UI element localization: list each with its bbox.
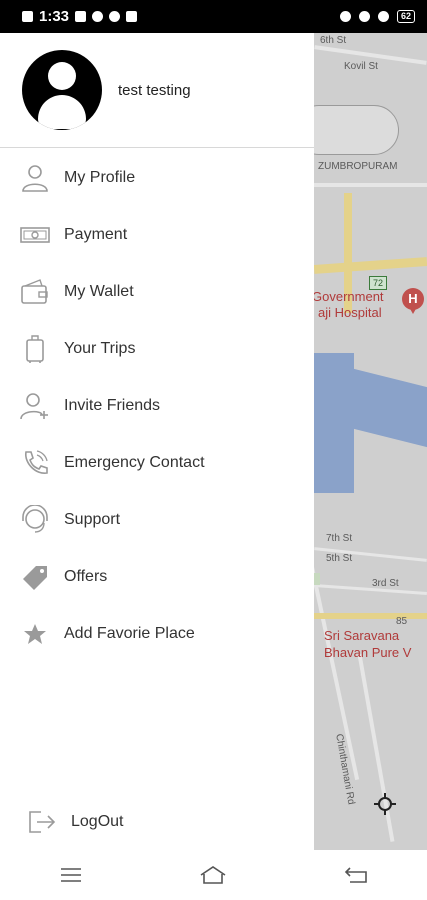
cash-icon — [20, 220, 50, 250]
menu-item-payment[interactable]: Payment — [0, 206, 314, 263]
map-poi-hospital-line2: aji Hospital — [318, 305, 382, 320]
map-label-7th-st: 7th St — [326, 533, 353, 544]
menu-item-my-wallet[interactable]: My Wallet — [0, 263, 314, 320]
status-bar: 1:33 62 — [0, 0, 427, 33]
usb-icon — [92, 11, 104, 22]
map-poi-hospital-line1: Government — [314, 289, 384, 304]
notification-icon — [75, 11, 87, 22]
map-label-area: ZUMBROPURAM — [318, 161, 398, 172]
menu-label: My Profile — [64, 168, 136, 186]
map-label-number: 85 — [396, 616, 408, 627]
locate-me-icon[interactable] — [374, 793, 396, 815]
avatar[interactable] — [22, 50, 102, 130]
headset-icon — [20, 504, 50, 535]
star-icon — [20, 619, 50, 649]
menu-item-my-profile[interactable]: My Profile — [0, 149, 314, 206]
menu-item-your-trips[interactable]: Your Trips — [0, 320, 314, 377]
menu-label: Payment — [64, 225, 128, 243]
drawer-header[interactable]: test testing — [0, 33, 314, 148]
menu-label: Invite Friends — [64, 396, 161, 414]
user-name: test testing — [118, 81, 191, 99]
logout-icon — [27, 807, 57, 837]
phone-call-icon — [20, 448, 50, 478]
sim-icon — [22, 11, 33, 22]
menu-label: Your Trips — [64, 339, 136, 357]
map-label-3rd-st: 3rd St — [372, 578, 399, 589]
map-poi-restaurant-line2: Bhavan Pure V — [324, 645, 412, 660]
menu-item-emergency-contact[interactable]: Emergency Contact — [0, 434, 314, 491]
menu-item-support[interactable]: Support — [0, 491, 314, 548]
map-label-6th-st: 6th St — [320, 35, 347, 46]
home-nav-button[interactable] — [198, 860, 228, 890]
menu-label: My Wallet — [64, 282, 134, 300]
menu-label: Emergency Contact — [64, 453, 205, 471]
user-icon — [20, 163, 50, 193]
system-nav-bar — [0, 850, 427, 900]
logout-label: LogOut — [71, 812, 124, 830]
map-poi-restaurant-line1: Sri Saravana — [324, 628, 400, 643]
tag-icon — [20, 562, 50, 592]
wallet-icon — [20, 277, 50, 307]
location-icon — [339, 11, 351, 22]
hamburger-icon — [61, 868, 82, 882]
back-icon — [344, 867, 367, 883]
drawer-menu: My Profile Payment My Wallet Your Trips … — [0, 149, 314, 662]
status-time: 1:33 — [39, 8, 70, 25]
back-nav-button[interactable] — [341, 860, 371, 890]
gallery-icon — [126, 11, 138, 22]
menu-item-offers[interactable]: Offers — [0, 548, 314, 605]
check-icon — [109, 11, 121, 22]
luggage-icon — [20, 334, 50, 364]
logout-button[interactable]: LogOut — [0, 793, 314, 850]
menu-item-invite-friends[interactable]: Invite Friends — [0, 377, 314, 434]
map-label-kovil-st: Kovil St — [344, 61, 378, 72]
menu-nav-button[interactable] — [56, 860, 86, 890]
map-label-5th-st: 5th St — [326, 553, 353, 564]
home-icon — [201, 866, 226, 884]
menu-label: Offers — [64, 567, 108, 585]
add-user-icon — [20, 391, 50, 421]
map-background[interactable]: 6th St Kovil St ZUMBROPURAM 72 Governmen… — [314, 33, 427, 850]
navigation-drawer: test testing My Profile Payment My Walle… — [0, 33, 314, 850]
route-shield: 72 — [369, 276, 387, 290]
hospital-marker-icon[interactable]: H — [402, 288, 424, 314]
alarm-off-icon — [358, 11, 370, 22]
wifi-icon — [377, 11, 389, 22]
menu-item-add-favorite-place[interactable]: Add Favorie Place — [0, 605, 314, 662]
battery-indicator: 62 — [396, 10, 415, 23]
menu-label: Support — [64, 510, 121, 528]
menu-label: Add Favorie Place — [64, 624, 195, 642]
map-search-box[interactable] — [314, 105, 399, 155]
